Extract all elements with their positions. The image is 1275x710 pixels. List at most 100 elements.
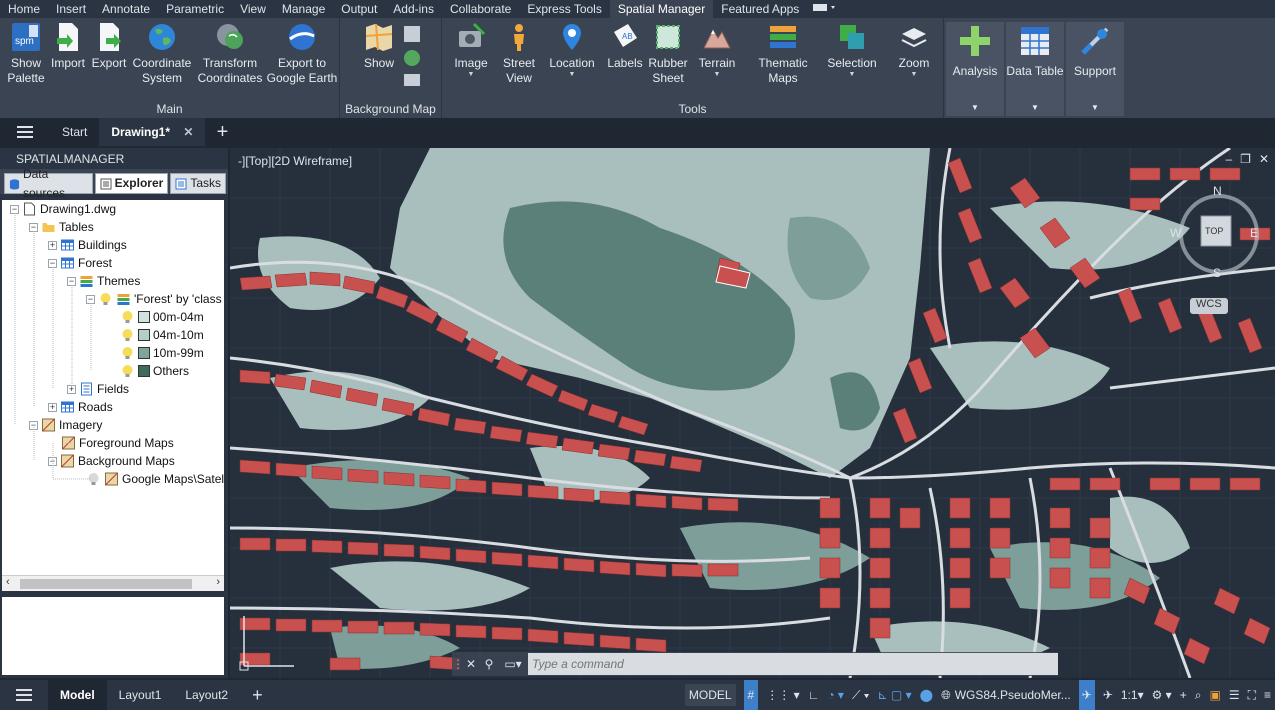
collapse-icon[interactable]: − <box>48 456 57 466</box>
tab-layout2[interactable]: Layout2 <box>173 680 240 710</box>
fullscreen-toggle[interactable]: ⛶ <box>1244 680 1260 710</box>
wcs-button[interactable]: WCS <box>1190 298 1228 314</box>
tab-explorer[interactable]: Explorer <box>94 173 169 194</box>
customize-status-bar[interactable]: ≡ <box>1260 680 1275 710</box>
rubber-sheet-button[interactable]: Rubber Sheet <box>646 22 690 86</box>
polar-toggle[interactable]: ◔ ▾ <box>823 680 848 710</box>
isolate-objects[interactable]: ☰ <box>1225 680 1244 710</box>
map-camera-small-icon[interactable] <box>404 74 420 86</box>
compass-east[interactable]: E <box>1250 226 1258 240</box>
expand-icon[interactable]: + <box>48 402 57 412</box>
units-toggle[interactable]: ▣ <box>1205 680 1224 710</box>
viewcube[interactable]: N W E S TOP <box>1170 184 1264 280</box>
tree-node-tables[interactable]: − Tables <box>29 218 94 236</box>
new-tab-button[interactable]: + <box>205 118 239 146</box>
transform-coordinates-button[interactable]: Transform Coordinates <box>194 22 266 86</box>
command-grip-icon[interactable]: ⋮ <box>452 657 464 671</box>
tree-node-range-4[interactable]: Others <box>120 362 189 380</box>
tree-node-roads[interactable]: + Roads <box>48 398 113 416</box>
tab-featured-apps[interactable]: Featured Apps <box>713 0 807 18</box>
export-google-earth-button[interactable]: Export to Google Earth <box>266 22 338 86</box>
minimize-viewport-icon[interactable]: – <box>1225 152 1232 166</box>
map-grid-small-icon[interactable] <box>404 26 420 42</box>
tab-tasks[interactable]: Tasks <box>170 173 226 194</box>
tree-node-range-1[interactable]: 00m-04m <box>120 308 204 326</box>
export-button[interactable]: Export <box>88 22 130 71</box>
tab-add-ins[interactable]: Add-ins <box>385 0 442 18</box>
labels-button[interactable]: AB Labels <box>604 22 646 71</box>
tab-data-sources[interactable]: Data sources <box>4 167 93 200</box>
workspace-settings[interactable]: ⚙ ▾ <box>1148 680 1176 710</box>
command-history-icon[interactable]: ▭▾ <box>498 657 528 671</box>
tab-layout1[interactable]: Layout1 <box>107 680 174 710</box>
close-tab-icon[interactable]: ✕ <box>183 125 193 139</box>
close-command-icon[interactable]: ✕ <box>462 657 480 671</box>
close-viewport-icon[interactable]: ✕ <box>1259 152 1269 166</box>
scroll-left-icon[interactable]: ‹ <box>6 576 10 588</box>
tree-node-background-maps[interactable]: − Background Maps <box>48 452 175 470</box>
import-button[interactable]: Import <box>48 22 88 71</box>
tree-node-imagery[interactable]: − Imagery <box>29 416 102 434</box>
tab-express-tools[interactable]: Express Tools <box>519 0 609 18</box>
tree-node-range-3[interactable]: 10m-99m <box>120 344 204 362</box>
selection-button[interactable]: Selection ▼ <box>822 22 882 79</box>
maximize-viewport-icon[interactable]: ❐ <box>1240 152 1251 166</box>
background-map-show-button[interactable]: Show <box>354 22 404 71</box>
compass-south[interactable]: S <box>1213 266 1221 280</box>
tab-manage[interactable]: Manage <box>274 0 333 18</box>
viewport-controls-label[interactable]: -][Top][2D Wireframe] <box>238 154 352 168</box>
expand-icon[interactable]: + <box>67 384 76 394</box>
crs-selector[interactable]: 🌐︎ WGS84.PseudoMer... <box>937 680 1075 710</box>
tab-parametric[interactable]: Parametric <box>158 0 232 18</box>
tree-horizontal-scrollbar[interactable]: ‹ › <box>2 575 224 591</box>
app-menu-icon[interactable] <box>0 118 50 146</box>
command-settings-icon[interactable]: ⚲ <box>480 657 498 671</box>
tab-home[interactable]: Home <box>0 0 48 18</box>
new-layout-button[interactable]: + <box>240 680 275 710</box>
ribbon-toggle-button[interactable] <box>807 0 841 18</box>
otrack-toggle[interactable]: ⊾ ▢ ▾ <box>874 680 916 710</box>
collapse-icon[interactable]: − <box>86 294 95 304</box>
scroll-right-icon[interactable]: › <box>216 576 220 588</box>
tree-node-drawing[interactable]: − Drawing1.dwg <box>10 200 116 218</box>
viewcube-top-face[interactable]: TOP <box>1205 226 1223 236</box>
collapse-icon[interactable]: − <box>10 204 19 214</box>
coordinate-system-button[interactable]: Coordinate System <box>130 22 194 86</box>
add-scale-button[interactable]: + <box>1176 680 1191 710</box>
tree-node-theme[interactable]: − 'Forest' by 'class <box>86 290 222 308</box>
location-status-toggle[interactable]: ⬤ <box>916 680 937 710</box>
tree-node-foreground-maps[interactable]: Foreground Maps <box>61 434 174 452</box>
compass-north[interactable]: N <box>1213 184 1222 198</box>
tree-node-range-2[interactable]: 04m-10m <box>120 326 204 344</box>
support-button[interactable]: Support ▼ <box>1066 22 1124 116</box>
ortho-toggle[interactable]: ∟ <box>804 680 824 710</box>
tab-start[interactable]: Start <box>50 118 99 146</box>
annotation-scale-selector[interactable]: 1:1 ▾ <box>1117 680 1148 710</box>
annotation-scale-toggle[interactable]: ✈ <box>1099 680 1117 710</box>
collapse-icon[interactable]: − <box>29 222 38 232</box>
tab-collaborate[interactable]: Collaborate <box>442 0 519 18</box>
map-viewport[interactable]: -][Top][2D Wireframe] N W E S TOP WCS – … <box>230 148 1275 678</box>
osnap-toggle[interactable]: ⟋ ▾ <box>848 680 874 710</box>
analysis-button[interactable]: Analysis ▼ <box>946 22 1004 116</box>
tab-insert[interactable]: Insert <box>48 0 94 18</box>
model-space-button[interactable]: MODEL <box>681 680 740 710</box>
tree-node-themes[interactable]: − Themes <box>67 272 140 290</box>
terrain-button[interactable]: Terrain ▼ <box>694 22 740 79</box>
tab-view[interactable]: View <box>232 0 274 18</box>
tree-node-buildings[interactable]: + Buildings <box>48 236 127 254</box>
annotation-monitor[interactable]: ⌕ <box>1191 680 1206 710</box>
zoom-button[interactable]: Zoom ▼ <box>888 22 940 79</box>
street-view-button[interactable]: Street View <box>496 22 542 86</box>
tab-spatial-manager[interactable]: Spatial Manager <box>609 0 714 18</box>
tree-node-fields[interactable]: + Fields <box>67 380 129 398</box>
collapse-icon[interactable]: − <box>29 420 38 430</box>
image-button[interactable]: Image ▼ <box>448 22 494 79</box>
collapse-icon[interactable]: − <box>48 258 57 268</box>
snap-toggle[interactable]: ⋮⋮ ▾ <box>762 680 803 710</box>
compass-west[interactable]: W <box>1170 226 1181 240</box>
annotation-visibility-toggle[interactable]: ✈ <box>1075 680 1099 710</box>
data-table-button[interactable]: Data Table ▼ <box>1006 22 1064 116</box>
map-refresh-small-icon[interactable] <box>404 50 420 66</box>
tab-annotate[interactable]: Annotate <box>94 0 158 18</box>
